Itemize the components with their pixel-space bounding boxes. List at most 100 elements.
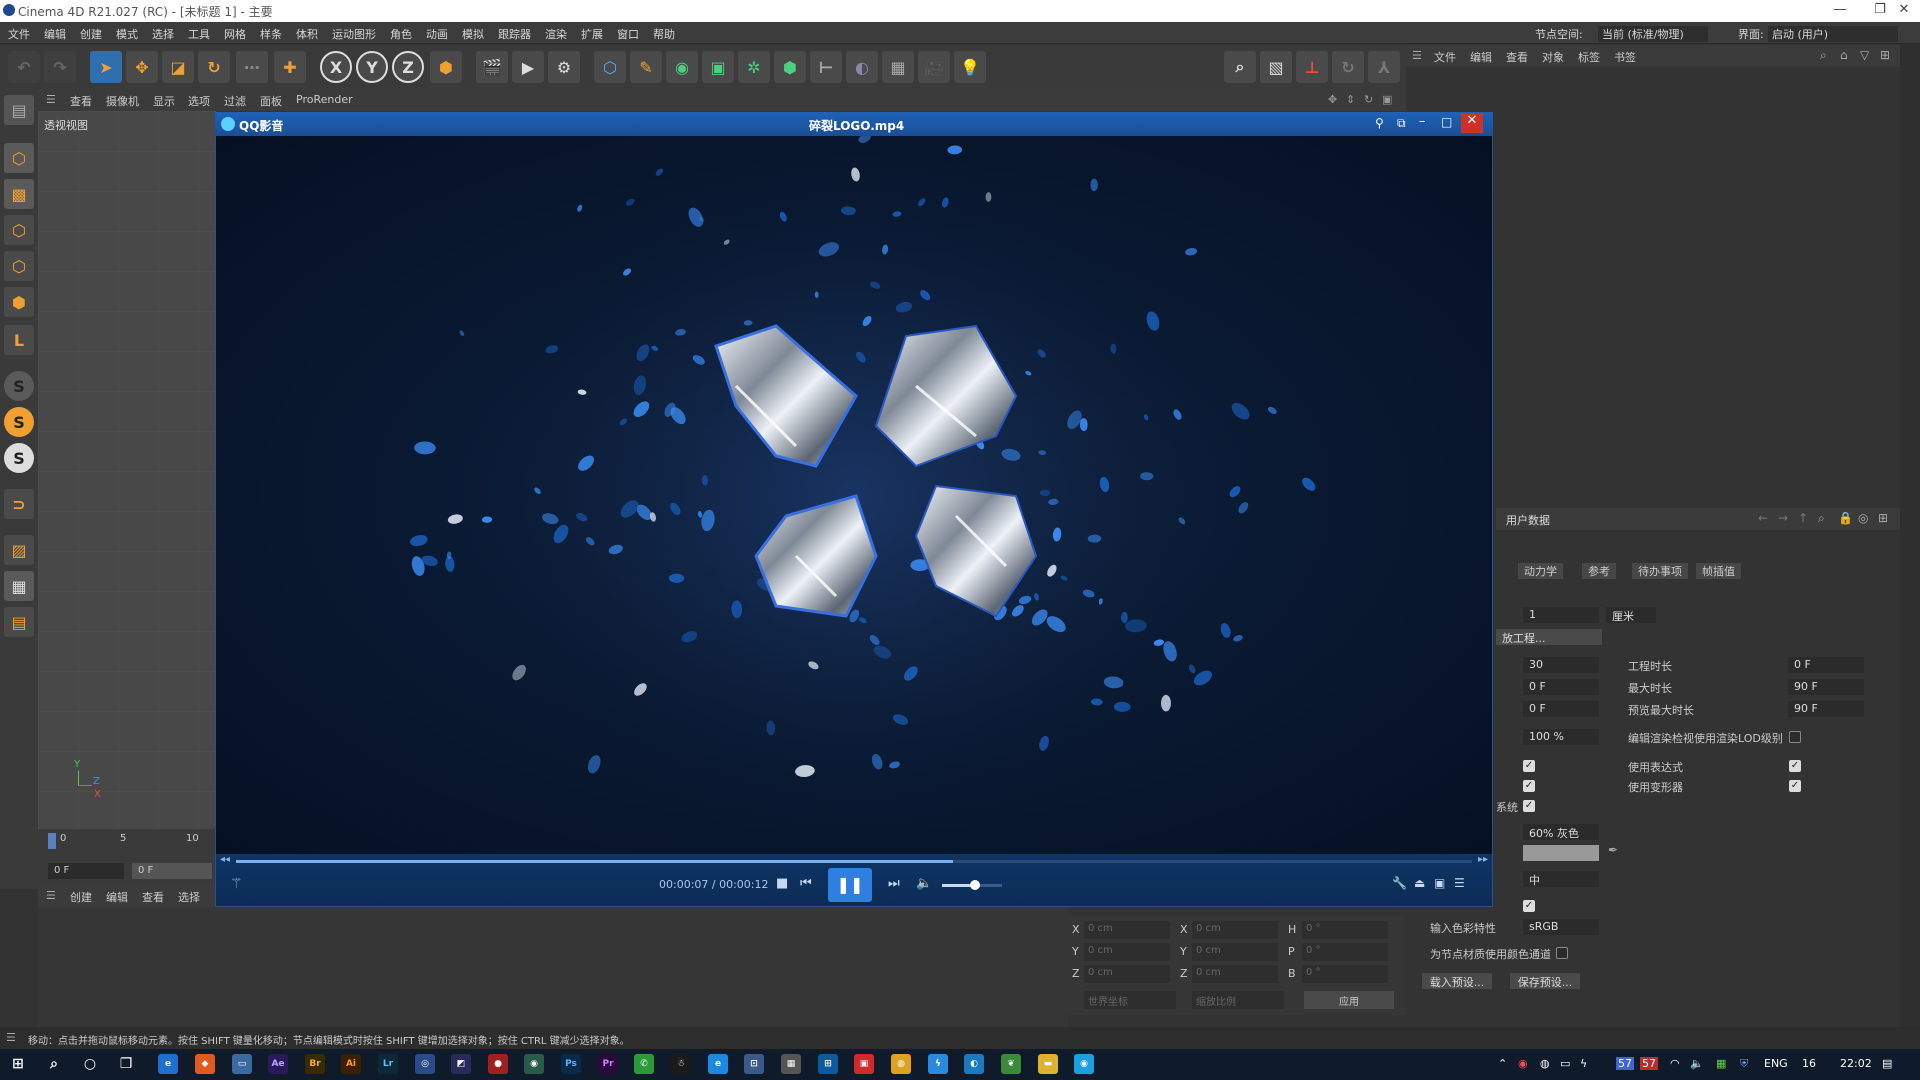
render-settings-icon[interactable]: ⚙ <box>548 51 580 83</box>
app-green-icon[interactable]: ◉ <box>524 1054 544 1074</box>
windows-store-icon[interactable]: ⊞ <box>818 1054 838 1074</box>
apply-button[interactable]: 应用 <box>1304 991 1394 1009</box>
attr-up-icon[interactable]: ↑ <box>1798 511 1808 525</box>
app-leaf-icon[interactable]: ❦ <box>1001 1054 1021 1074</box>
scale-unit-select[interactable]: 厘米 <box>1606 607 1656 623</box>
light-icon[interactable]: 💡 <box>954 51 986 83</box>
coord-x-size-field[interactable]: 0 cm <box>1192 921 1278 939</box>
photoshop-icon[interactable]: Ps <box>561 1054 581 1074</box>
viewport-menu-filter[interactable]: 过滤 <box>224 93 246 109</box>
om-menu-edit[interactable]: 编辑 <box>1470 49 1492 65</box>
use-generators-checkbox[interactable]: ✓ <box>1523 780 1535 792</box>
extrude-icon[interactable]: ▣ <box>702 51 734 83</box>
attr-new-icon[interactable]: ⊞ <box>1878 511 1888 525</box>
om-new-icon[interactable]: ⊞ <box>1880 48 1890 62</box>
current-frame-field[interactable]: 0 F <box>48 863 124 879</box>
coord-y-pos-field[interactable]: 0 cm <box>1084 943 1170 961</box>
recorder-icon[interactable]: ● <box>488 1054 508 1074</box>
model-mode-icon[interactable]: ⬡ <box>4 143 34 173</box>
axis-mode-icon[interactable]: L <box>4 325 34 355</box>
premiere-icon[interactable]: Pr <box>598 1054 618 1074</box>
app-monitor-icon[interactable]: ▭ <box>232 1054 252 1074</box>
lightroom-icon[interactable]: Lr <box>378 1054 398 1074</box>
menu-mode[interactable]: 模式 <box>116 26 138 42</box>
move-tool-icon[interactable]: ✥ <box>126 51 158 83</box>
coord-p-field[interactable]: 0 ° <box>1302 943 1388 961</box>
menu-file[interactable]: 文件 <box>8 26 30 42</box>
use-expression-checkbox[interactable]: ✓ <box>1789 760 1801 772</box>
linear-workflow-checkbox[interactable]: ✓ <box>1523 900 1535 912</box>
media-encoder-icon[interactable]: ◩ <box>451 1054 471 1074</box>
chrome-icon[interactable]: ◍ <box>891 1054 911 1074</box>
tray-record-icon[interactable]: ◉ <box>1518 1057 1528 1070</box>
timeline-playhead[interactable] <box>48 833 56 849</box>
volume-icon[interactable]: 🔈 <box>916 876 932 891</box>
pause-button[interactable]: ❚❚ <box>828 868 872 902</box>
menu-character[interactable]: 角色 <box>390 26 412 42</box>
menu-mograph[interactable]: 运动图形 <box>332 26 376 42</box>
add-tool-icon[interactable]: ✚ <box>274 51 306 83</box>
material-hamburger-icon[interactable]: ☰ <box>46 889 56 902</box>
material-menu-edit[interactable]: 编辑 <box>106 889 128 905</box>
lock-workplane-icon[interactable]: ▤ <box>4 607 34 637</box>
save-preset-button[interactable]: 保存预设... <box>1510 973 1580 989</box>
eject-icon[interactable]: ⏏ <box>1414 876 1425 890</box>
use-deformers-checkbox[interactable]: ✓ <box>1789 780 1801 792</box>
om-search-icon[interactable]: ⌕ <box>1820 48 1827 63</box>
object-hamburger-icon[interactable]: ☰ <box>1412 49 1422 62</box>
polygons-mode-icon[interactable]: ⬢ <box>4 287 34 317</box>
tray-display-icon[interactable]: ▭ <box>1560 1057 1570 1070</box>
after-effects-icon[interactable]: Ae <box>268 1054 288 1074</box>
coord-scale-select[interactable]: 缩放比例 <box>1192 991 1284 1009</box>
tray-badge-1[interactable]: 57 <box>1616 1057 1634 1070</box>
coord-y-size-field[interactable]: 0 cm <box>1192 943 1278 961</box>
progress-track[interactable] <box>236 860 1472 863</box>
search-object-icon[interactable]: ⌕ <box>1224 51 1256 83</box>
make-editable-icon[interactable]: ▤ <box>4 95 34 125</box>
om-filter-icon[interactable]: ▽ <box>1860 48 1869 62</box>
attr-tab-interpolation[interactable]: 帧插值 <box>1696 563 1741 579</box>
viewport-menu-panel[interactable]: 面板 <box>260 93 282 109</box>
attr-back-icon[interactable]: ← <box>1758 511 1768 525</box>
search-icon[interactable]: ⌕ <box>44 1054 64 1074</box>
input-mode-indicator[interactable]: 16 <box>1802 1057 1816 1070</box>
attr-search-icon[interactable]: ⌕ <box>1818 511 1825 526</box>
cube-icon[interactable]: ⬡ <box>594 51 626 83</box>
close-button[interactable]: ✕ <box>1884 2 1920 17</box>
points-mode-icon[interactable]: ⬡ <box>4 215 34 245</box>
player-close-button[interactable]: ✕ <box>1461 113 1483 133</box>
om-home-icon[interactable]: ⌂ <box>1840 48 1848 62</box>
view-clipping-select[interactable]: 中 <box>1523 871 1599 887</box>
perspective-viewport[interactable]: 透视视图 Y Z X <box>38 111 216 829</box>
scale-tool-icon[interactable]: ◪ <box>162 51 194 83</box>
grid-icon[interactable]: ▦ <box>4 571 34 601</box>
menu-render[interactable]: 渲染 <box>545 26 567 42</box>
coord-z-size-field[interactable]: 0 cm <box>1192 965 1278 983</box>
menu-volume[interactable]: 体积 <box>296 26 318 42</box>
viewport-menu-display[interactable]: 显示 <box>153 93 175 109</box>
menu-create[interactable]: 创建 <box>80 26 102 42</box>
texture-mode-icon[interactable]: ▩ <box>4 179 34 209</box>
load-preset-button[interactable]: 载入预设... <box>1422 973 1492 989</box>
texture-icon[interactable]: ▧ <box>1260 51 1292 83</box>
redo-icon[interactable]: ↷ <box>44 51 76 83</box>
bridge-icon[interactable]: Br <box>305 1054 325 1074</box>
tray-badge-2[interactable]: 57 <box>1640 1057 1658 1070</box>
player-mini-mode-icon[interactable]: ⧉ <box>1397 116 1406 131</box>
om-menu-objects[interactable]: 对象 <box>1542 49 1564 65</box>
preview-max-field[interactable]: 90 F <box>1788 701 1864 717</box>
player-tools-icon[interactable]: ⚚ <box>230 876 243 892</box>
edges-mode-icon[interactable]: ⬡ <box>4 251 34 281</box>
video-frame[interactable] <box>216 136 1492 854</box>
render-region-icon[interactable]: 🎬 <box>476 51 508 83</box>
tray-power-icon[interactable]: ϟ <box>1580 1057 1587 1070</box>
workplane-grid-icon[interactable]: ▨ <box>4 535 34 565</box>
viewport-menu-cameras[interactable]: 摄像机 <box>106 93 139 109</box>
playlist-icon[interactable]: ☰ <box>1454 876 1465 890</box>
snap-s-icon[interactable]: S <box>4 371 34 401</box>
app-fox-icon[interactable]: ◆ <box>195 1054 215 1074</box>
app-box-icon[interactable]: ⊡ <box>744 1054 764 1074</box>
node-space-select[interactable]: 当前 (标准/物理) <box>1598 26 1708 42</box>
notification-icon[interactable]: ▤ <box>1882 1057 1892 1070</box>
menu-mesh[interactable]: 网格 <box>224 26 246 42</box>
